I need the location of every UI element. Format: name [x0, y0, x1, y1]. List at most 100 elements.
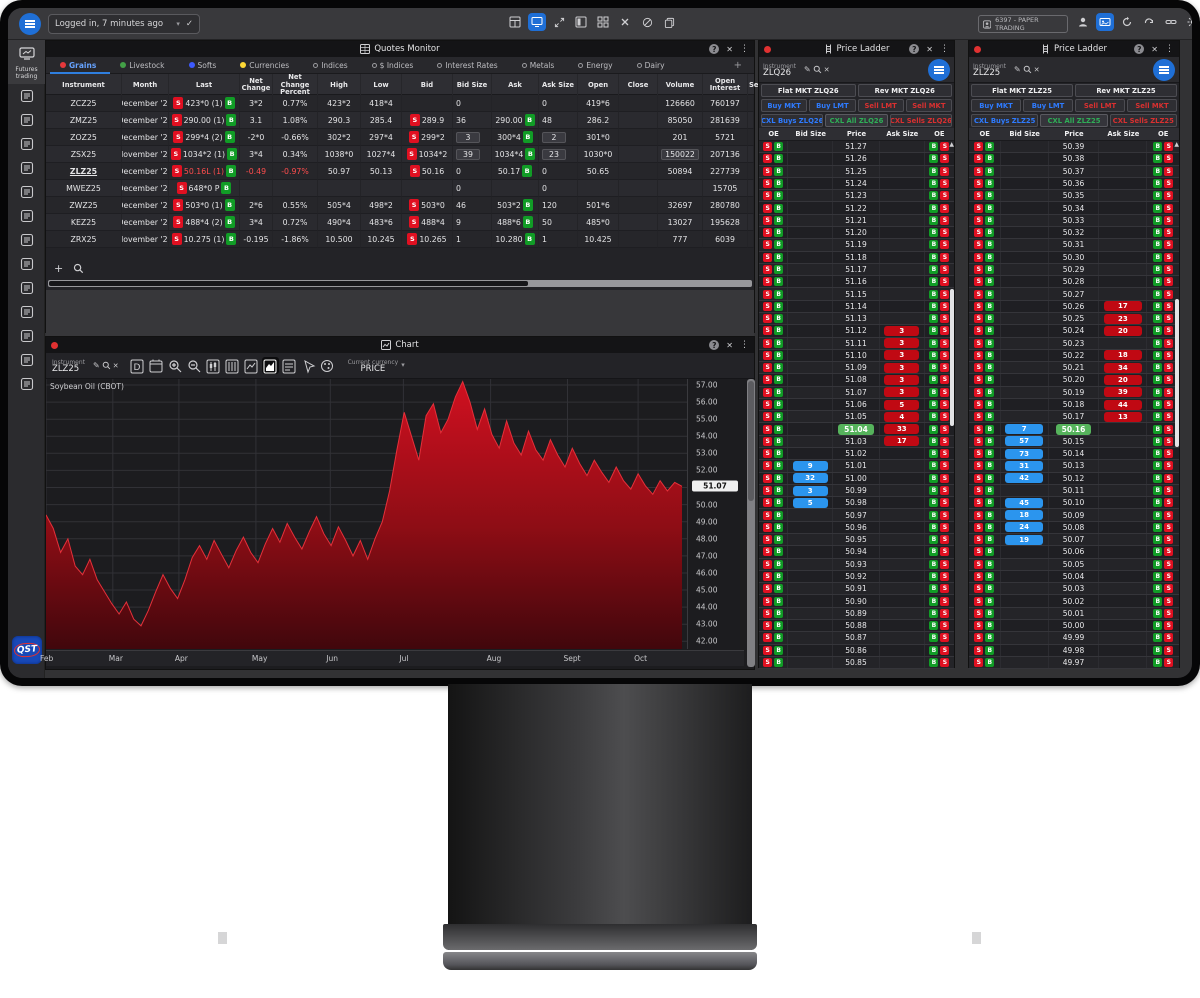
ask-size-cell[interactable]	[880, 239, 925, 250]
sell-order-badge[interactable]: S	[974, 277, 983, 286]
sell-order-badge[interactable]: S	[763, 216, 772, 225]
sell-order-badge[interactable]: S	[974, 584, 983, 593]
bid-size-cell[interactable]	[1001, 608, 1049, 619]
sell-order-badge[interactable]: S	[1164, 560, 1173, 569]
ask-size-cell[interactable]: 39	[1099, 387, 1147, 398]
bid-size-cell[interactable]	[788, 325, 833, 336]
ladder-row-51.17[interactable]: SB51.17BS	[759, 264, 954, 276]
buy-order-badge[interactable]: B	[929, 547, 938, 556]
ask-size-cell[interactable]	[1099, 239, 1147, 250]
sell-order-badge[interactable]: S	[940, 633, 949, 642]
ask-size-cell[interactable]	[1099, 215, 1147, 226]
buy-order-badge[interactable]: B	[985, 253, 994, 262]
bid-size-cell[interactable]	[1001, 313, 1049, 324]
sell-order-badge[interactable]: S	[763, 191, 772, 200]
ask-size-cell[interactable]	[1099, 632, 1147, 643]
buy-order-badge[interactable]: B	[774, 351, 783, 360]
ask-size-value[interactable]: 3	[884, 350, 919, 360]
ladder-row-50.35[interactable]: SB50.35BS	[969, 190, 1179, 202]
ladder-row-50.20[interactable]: SB50.2020BS	[969, 374, 1179, 386]
sell-order-badge[interactable]: S	[940, 204, 949, 213]
buy-order-badge[interactable]: B	[1153, 179, 1162, 188]
sell-order-badge[interactable]: S	[1164, 388, 1173, 397]
column-header[interactable]: Open Interest	[703, 74, 748, 97]
ask-size-cell[interactable]: 3	[880, 325, 925, 336]
sell-order-badge[interactable]: S	[974, 449, 983, 458]
buy-order-badge[interactable]: B	[929, 326, 938, 335]
price-cell[interactable]: 50.91	[833, 583, 880, 594]
buy-order-badge[interactable]: B	[929, 253, 938, 262]
sell-lmt-button[interactable]: Sell LMT	[1075, 99, 1125, 112]
ask-size-cell[interactable]: 3	[880, 350, 925, 361]
sell-order-badge[interactable]: S	[763, 535, 772, 544]
bid-size-value[interactable]: 42	[1005, 473, 1043, 483]
sidebar-item-chart[interactable]	[8, 108, 45, 132]
ask-size-cell[interactable]: 13	[1099, 411, 1147, 422]
ladder-row-49.98[interactable]: SB49.98BS	[969, 645, 1179, 657]
sell-order-badge[interactable]: S	[974, 523, 983, 532]
buy-order-badge[interactable]: B	[774, 154, 783, 163]
sell-order-badge[interactable]: S	[763, 400, 772, 409]
sell-order-badge[interactable]: S	[1164, 400, 1173, 409]
buy-order-badge[interactable]: B	[985, 609, 994, 618]
ladder-row-50.14[interactable]: SB7350.14BS	[969, 448, 1179, 460]
ask-size-cell[interactable]	[1099, 178, 1147, 189]
sell-badge[interactable]: S	[173, 97, 183, 109]
ladder-row-51.08[interactable]: SB51.083BS	[759, 374, 954, 386]
buy-order-badge[interactable]: B	[774, 425, 783, 434]
sell-order-badge[interactable]: S	[763, 609, 772, 618]
price-cell[interactable]: 51.14	[833, 301, 880, 312]
bid-size-cell[interactable]	[1001, 350, 1049, 361]
sell-order-badge[interactable]: S	[763, 597, 772, 606]
buy-order-badge[interactable]: B	[929, 535, 938, 544]
ask-size-value[interactable]: 20	[1104, 326, 1142, 336]
bid-size-cell[interactable]	[788, 571, 833, 582]
tab-indices[interactable]: Indices	[303, 57, 361, 74]
ask-size-cell[interactable]	[880, 227, 925, 238]
buy-badge[interactable]: B	[225, 199, 235, 211]
buy-order-badge[interactable]: B	[1153, 400, 1162, 409]
ladder-row-50.15[interactable]: SB5750.15BS	[969, 436, 1179, 448]
chart-instrument-input[interactable]: ZLZ25	[52, 366, 85, 373]
bid-size-cell[interactable]	[1001, 583, 1049, 594]
price-cell[interactable]: 50.86	[833, 645, 880, 656]
buy-order-badge[interactable]: B	[985, 388, 994, 397]
sell-order-badge[interactable]: S	[940, 486, 949, 495]
buy-order-badge[interactable]: B	[1153, 204, 1162, 213]
price-cell[interactable]: 50.25	[1049, 313, 1099, 324]
buy-order-badge[interactable]: B	[985, 265, 994, 274]
sell-order-badge[interactable]: S	[940, 412, 949, 421]
sell-order-badge[interactable]: S	[1164, 154, 1173, 163]
sell-order-badge[interactable]: S	[940, 290, 949, 299]
buy-order-badge[interactable]: B	[774, 486, 783, 495]
ask-size-cell[interactable]: 17	[1099, 301, 1147, 312]
ask-size-cell[interactable]	[1099, 166, 1147, 177]
refresh-icon[interactable]	[1118, 13, 1136, 31]
price-cell[interactable]: 50.31	[1049, 239, 1099, 250]
ladder-row-50.91[interactable]: SB50.91BS	[759, 583, 954, 595]
price-cell[interactable]: 51.16	[833, 276, 880, 287]
buy-order-badge[interactable]: B	[985, 290, 994, 299]
buy-order-badge[interactable]: B	[774, 609, 783, 618]
tab-currencies[interactable]: Currencies	[230, 57, 303, 74]
price-cell[interactable]: 51.08	[833, 374, 880, 385]
sell-order-badge[interactable]: S	[940, 142, 949, 151]
bid-size-value[interactable]: 3	[793, 486, 828, 496]
sell-order-badge[interactable]: S	[974, 572, 983, 581]
sell-order-badge[interactable]: S	[1164, 535, 1173, 544]
ask-size-value[interactable]: 17	[1104, 301, 1142, 311]
price-cell[interactable]: 51.22	[833, 202, 880, 213]
sell-order-badge[interactable]: S	[974, 302, 983, 311]
bid-size-cell[interactable]	[788, 252, 833, 263]
search-icon[interactable]	[1023, 65, 1032, 74]
bid-size-cell[interactable]: 9	[788, 460, 833, 471]
bid-size-cell[interactable]	[788, 141, 833, 152]
buy-order-badge[interactable]: B	[929, 351, 938, 360]
ask-size-cell[interactable]: 3	[880, 362, 925, 373]
buy-order-badge[interactable]: B	[985, 547, 994, 556]
bid-size-cell[interactable]: 19	[1001, 534, 1049, 545]
calendar-icon[interactable]	[148, 357, 165, 374]
ladder-row-51.07[interactable]: SB51.073BS	[759, 387, 954, 399]
price-cell[interactable]: 50.00	[1049, 620, 1099, 631]
bid-size-value[interactable]: 19	[1005, 535, 1043, 545]
